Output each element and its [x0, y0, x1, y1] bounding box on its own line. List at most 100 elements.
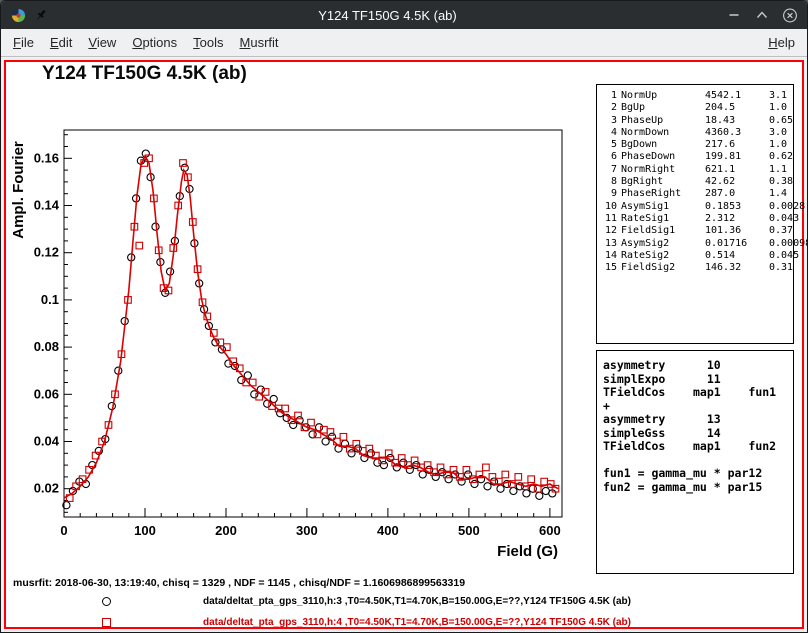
menu-help[interactable]: Help — [760, 31, 803, 54]
x-tick-label: 200 — [215, 523, 237, 538]
perr: 3.0 — [769, 127, 789, 139]
menubar-right: Help — [760, 31, 803, 54]
close-button[interactable] — [782, 7, 798, 23]
perr: 1.0 — [769, 139, 789, 151]
param-row: 4NormDown4360.33.0 — [601, 127, 789, 139]
theory-line: simplExpo 11 — [603, 373, 787, 387]
theory-line: TFieldCos map1 fun2 — [603, 440, 787, 454]
minimize-button[interactable] — [726, 7, 742, 23]
pnum: 1 — [601, 90, 617, 102]
y-tick-label: 0.1 — [41, 292, 59, 307]
data-point-square — [327, 429, 334, 436]
theory-line: + — [603, 400, 787, 414]
pval: 217.6 — [705, 139, 765, 151]
pnum: 11 — [601, 213, 617, 225]
data-point-circle — [270, 395, 277, 402]
data-point-circle — [465, 471, 472, 478]
data-point-square — [398, 455, 405, 462]
pnum: 6 — [601, 151, 617, 163]
menubar-left: FileEditViewOptionsToolsMusrfit — [5, 31, 287, 54]
maximize-button[interactable] — [754, 7, 770, 23]
x-tick-label: 300 — [296, 523, 318, 538]
param-row: 13AsymSig20.017160.00098 — [601, 238, 789, 250]
perr: 3.1 — [769, 90, 789, 102]
data-point-square — [437, 464, 444, 471]
y-tick-label: 0.12 — [34, 245, 59, 260]
param-row: 7NormRight621.11.1 — [601, 164, 789, 176]
legend-row: data/deltat_pta_gps_3110,h:4 ,T0=4.50K,T… — [6, 615, 802, 630]
menu-options[interactable]: Options — [124, 31, 185, 54]
pval: 0.01716 — [705, 238, 765, 250]
data-point-square — [180, 160, 187, 167]
titlebar[interactable]: Y124 TF150G 4.5K (ab) — [1, 1, 807, 29]
data-point-square — [463, 467, 470, 474]
param-row: 14RateSig20.5140.045 — [601, 250, 789, 262]
minimize-icon — [726, 7, 742, 23]
data-point-square — [502, 471, 509, 478]
param-row: 6PhaseDown199.810.62 — [601, 151, 789, 163]
pval: 199.81 — [705, 151, 765, 163]
pval: 18.43 — [705, 115, 765, 127]
y-tick-label: 0.16 — [34, 150, 59, 165]
window-title: Y124 TF150G 4.5K (ab) — [49, 8, 726, 23]
theory-line: simpleGss 14 — [603, 427, 787, 441]
pnum: 5 — [601, 139, 617, 151]
data-point-circle — [523, 490, 530, 497]
root-canvas[interactable]: Y124 TF150G 4.5K (ab) 010020030040050060… — [4, 60, 804, 629]
data-point-square — [411, 457, 418, 464]
pnum: 15 — [601, 262, 617, 274]
x-tick-label: 100 — [134, 523, 156, 538]
pname: BgRight — [621, 176, 701, 188]
maximize-icon — [754, 7, 770, 23]
param-row: 10AsymSig10.18530.0028 — [601, 201, 789, 213]
pval: 0.1853 — [705, 201, 765, 213]
data-point-circle — [529, 485, 536, 492]
perr: 0.045 — [769, 250, 799, 262]
legend-square-marker-icon — [102, 618, 111, 627]
pname: PhaseDown — [621, 151, 701, 163]
menubar: FileEditViewOptionsToolsMusrfit Help — [1, 29, 807, 57]
legend-row: data/deltat_pta_gps_3110,h:3 ,T0=4.50K,T… — [6, 594, 802, 609]
menu-file[interactable]: File — [5, 31, 42, 54]
data-point-circle — [251, 391, 258, 398]
data-point-circle — [380, 462, 387, 469]
perr: 0.31 — [769, 262, 793, 274]
pnum: 13 — [601, 238, 617, 250]
stat-box-theory: asymmetry 10simplExpo 11 TFieldCos map1 f… — [596, 350, 794, 574]
data-point-circle — [419, 471, 426, 478]
canvas-frame: Y124 TF150G 4.5K (ab) 010020030040050060… — [1, 57, 807, 632]
pval: 204.5 — [705, 102, 765, 114]
legend-circle-marker-icon — [102, 597, 111, 606]
menu-tools[interactable]: Tools — [185, 31, 231, 54]
y-tick-label: 0.08 — [34, 339, 59, 354]
pnum: 7 — [601, 164, 617, 176]
data-point-circle — [290, 421, 297, 428]
menu-edit[interactable]: Edit — [42, 31, 80, 54]
pname: RateSig2 — [621, 250, 701, 262]
pval: 0.514 — [705, 250, 765, 262]
data-point-square — [424, 462, 431, 469]
app-icon — [10, 7, 26, 23]
menu-musrfit[interactable]: Musrfit — [232, 31, 287, 54]
data-point-square — [353, 441, 360, 448]
data-point-square — [483, 464, 490, 471]
y-tick-label: 0.06 — [34, 386, 59, 401]
x-tick-label: 600 — [539, 523, 561, 538]
param-row: 11RateSig12.3120.043 — [601, 213, 789, 225]
perr: 0.62 — [769, 151, 793, 163]
fit-curve — [64, 156, 558, 498]
theory-line: asymmetry 10 — [603, 359, 787, 373]
pname: NormDown — [621, 127, 701, 139]
data-point-circle — [484, 483, 491, 490]
theory-line: fun1 = gamma_mu * par12 — [603, 467, 787, 481]
pname: AsymSig1 — [621, 201, 701, 213]
pin-icon[interactable] — [33, 7, 49, 23]
data-point-square — [295, 412, 302, 419]
menu-view[interactable]: View — [80, 31, 124, 54]
fit-info: musrfit: 2018-06-30, 13:19:40, chisq = 1… — [13, 577, 465, 589]
pnum: 3 — [601, 115, 617, 127]
theory-line — [603, 454, 787, 468]
pval: 2.312 — [705, 213, 765, 225]
data-point-circle — [471, 480, 478, 487]
pnum: 8 — [601, 176, 617, 188]
